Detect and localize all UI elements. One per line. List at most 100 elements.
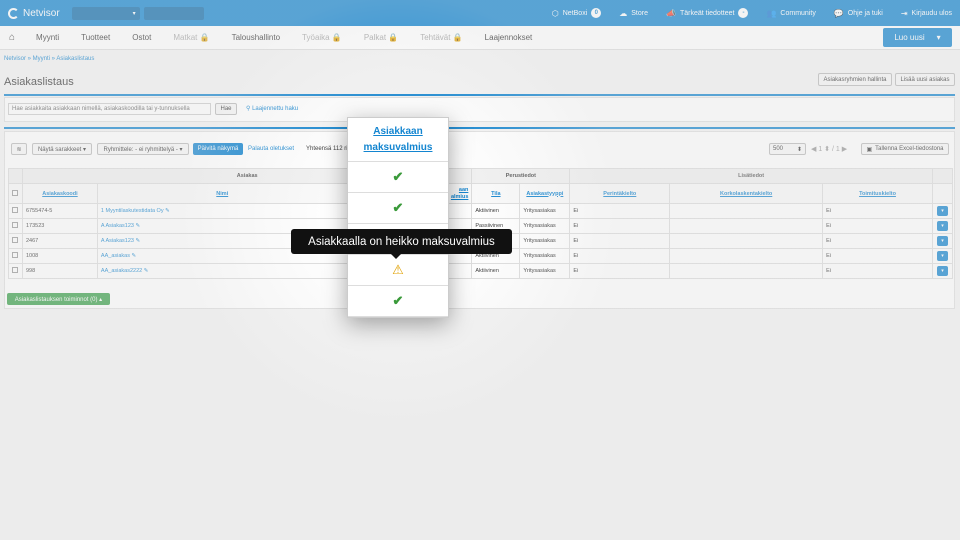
customer-name-link[interactable]: A Asiakas123 — [101, 223, 134, 229]
nav-item[interactable]: Matkat 🔒 — [162, 33, 220, 42]
row-checkbox[interactable] — [12, 237, 18, 243]
select-column-header — [8, 168, 23, 184]
customer-type: Yritysasiakas — [519, 233, 571, 249]
topbar-item[interactable]: ⇥ Kirjaudu ulos — [901, 9, 952, 18]
row-actions-dropdown[interactable]: ▾ — [936, 251, 948, 261]
nav-item[interactable]: Myynti — [25, 33, 70, 42]
home-icon[interactable]: ⌂ — [9, 32, 15, 43]
pager[interactable]: ◀ 1 ⬍ / 1 ▶ — [811, 145, 847, 153]
search-input[interactable]: Hae asiakkaita asiakkaan nimellä, asiaka… — [8, 103, 211, 115]
payment-readiness-header[interactable]: Asiakkaan maksuvalmius — [348, 118, 448, 162]
row-select-cell[interactable] — [8, 218, 23, 234]
select-all-checkbox[interactable] — [12, 189, 19, 196]
refresh-view-button[interactable]: Päivitä näkymä — [193, 143, 243, 155]
create-new-button[interactable]: Luo uusi ▾ — [883, 28, 952, 47]
nav-item[interactable]: Laajennokset — [474, 33, 544, 42]
table-row[interactable]: 6755474-5 1 Myyntilaskutestidata Oy ✎ Akti… — [8, 203, 954, 219]
collection-ban: Ei — [569, 263, 671, 279]
topbar-item[interactable]: ☁ Store — [619, 9, 648, 18]
row-checkbox[interactable] — [12, 252, 18, 258]
checkmark-icon: ✔ — [392, 293, 404, 308]
topbar-search-box[interactable] — [143, 6, 204, 20]
manage-groups-button[interactable]: Asiakasryhmien hallinta — [818, 73, 892, 86]
customer-type: Yritysasiakas — [519, 203, 571, 219]
row-select-cell[interactable] — [8, 233, 23, 249]
edit-icon[interactable]: ✎ — [165, 208, 170, 214]
column-header-customer-type[interactable]: Asiakastyyppi — [519, 183, 571, 204]
row-actions-cell[interactable]: ▾ — [931, 263, 954, 279]
topbar-item[interactable]: 👥 Community — [766, 9, 815, 18]
row-checkbox[interactable] — [12, 267, 18, 273]
edit-icon[interactable]: ✎ — [135, 238, 140, 244]
popup-title-line2: maksuvalmius — [363, 141, 433, 153]
customer-name-cell[interactable]: 1 Myyntilaskutestidata Oy ✎ — [96, 203, 348, 219]
list-actions-button[interactable]: Asiakaslistauksen toiminnot (0) ▴ — [7, 293, 110, 305]
chevron-down-icon: ▾ — [132, 10, 136, 17]
row-select-cell[interactable] — [8, 203, 23, 219]
column-header-collection-ban[interactable]: Perintäkielto — [569, 183, 671, 204]
row-actions-cell[interactable]: ▾ — [931, 203, 954, 219]
netvisor-logo[interactable]: Netvisor — [8, 7, 60, 19]
customer-name-link[interactable]: A Asiakas123 — [101, 238, 134, 244]
company-select[interactable]: ▾ — [71, 6, 140, 20]
delivery-ban: Ei — [822, 203, 933, 219]
topbar-item-label: Kirjaudu ulos — [911, 9, 952, 17]
topbar-item[interactable]: 📣 Tärkeät tiedotteet - — [666, 8, 749, 18]
search-button[interactable]: Hae — [215, 103, 237, 115]
page-size-select[interactable]: 500 ⬍ — [769, 143, 806, 155]
payment-readiness-row: ✔ — [348, 162, 448, 193]
row-actions-dropdown[interactable]: ▾ — [936, 236, 948, 246]
delivery-ban: Ei — [822, 263, 933, 279]
row-actions-dropdown[interactable]: ▾ — [936, 221, 948, 231]
edit-icon[interactable]: ✎ — [132, 253, 137, 259]
column-header-delivery-ban[interactable]: Toimituskielto — [822, 183, 933, 204]
customer-type: Yritysasiakas — [519, 248, 571, 264]
reset-defaults-link[interactable]: Palauta oletukset — [248, 146, 294, 152]
excel-export-button[interactable]: ▣ Tallenna Excel-tiedostona — [861, 143, 949, 155]
row-checkbox[interactable] — [12, 222, 18, 228]
payment-readiness-row: ✔ — [348, 193, 448, 224]
topbar-item[interactable]: 💬 Ohje ja tuki — [834, 9, 883, 18]
column-header-code[interactable]: Asiakaskoodi — [21, 183, 98, 204]
megaphone-icon: 📣 — [666, 8, 676, 18]
show-columns-dropdown[interactable]: Näytä sarakkeet ▾ — [32, 143, 92, 155]
nav-item[interactable]: Taloushallinto — [221, 33, 291, 42]
edit-icon[interactable]: ✎ — [135, 223, 140, 229]
row-select-cell[interactable] — [8, 248, 23, 264]
row-actions-dropdown[interactable]: ▾ — [936, 266, 948, 276]
customer-name-link[interactable]: 1 Myyntilaskutestidata Oy — [101, 208, 164, 214]
column-header-name[interactable]: Nimi — [96, 183, 348, 204]
interest-ban — [669, 263, 824, 279]
advanced-search-link[interactable]: ⚲ Laajennettu haku — [246, 105, 298, 112]
nav-item[interactable]: Palkat 🔒 — [353, 33, 409, 42]
table-row[interactable]: 998 AA_asiakas2222 ✎ Aktiivinen Yritysasiak… — [8, 263, 954, 279]
customer-code: 173523 — [21, 218, 98, 234]
customer-name-cell[interactable]: AA_asiakas2222 ✎ — [96, 263, 348, 279]
row-actions-cell[interactable]: ▾ — [931, 218, 954, 234]
row-select-cell[interactable] — [8, 263, 23, 279]
column-header-status[interactable]: Tila — [471, 183, 521, 204]
grouping-dropdown[interactable]: Ryhmittele: - ei ryhmittelyä - ▾ — [97, 143, 189, 155]
row-checkbox[interactable] — [12, 207, 18, 213]
checkmark-icon: ✔ — [392, 169, 404, 184]
breadcrumb[interactable]: Netvisor » Myynti » Asiakaslistaus — [4, 56, 94, 62]
customer-type: Yritysasiakas — [519, 218, 571, 234]
add-customer-button[interactable]: Lisää uusi asiakas — [895, 73, 955, 86]
select-all-cell[interactable] — [8, 183, 23, 204]
edit-icon[interactable]: ✎ — [144, 268, 149, 274]
customer-name-link[interactable]: AA_asiakas — [101, 253, 130, 259]
nav-item[interactable]: Ostot — [121, 33, 162, 42]
layers-icon[interactable]: ≋ — [11, 143, 27, 155]
nav-item[interactable]: Työaika 🔒 — [291, 33, 353, 42]
nav-item[interactable]: Tuotteet — [70, 33, 121, 42]
topbar-item[interactable]: ⬡ NetBoxi 0 — [552, 8, 602, 18]
warning-icon[interactable]: ⚠ — [392, 262, 404, 278]
column-header-interest-ban[interactable]: Korkolaskentakielto — [669, 183, 824, 204]
customer-name-link[interactable]: AA_asiakas2222 — [101, 268, 142, 274]
nav-item[interactable]: Tehtävät 🔒 — [409, 33, 473, 42]
row-actions-dropdown[interactable]: ▾ — [936, 206, 948, 216]
users-icon: 👥 — [766, 8, 777, 18]
row-actions-cell[interactable]: ▾ — [931, 233, 954, 249]
cloud-icon: ☁ — [619, 8, 628, 18]
row-actions-cell[interactable]: ▾ — [931, 248, 954, 264]
